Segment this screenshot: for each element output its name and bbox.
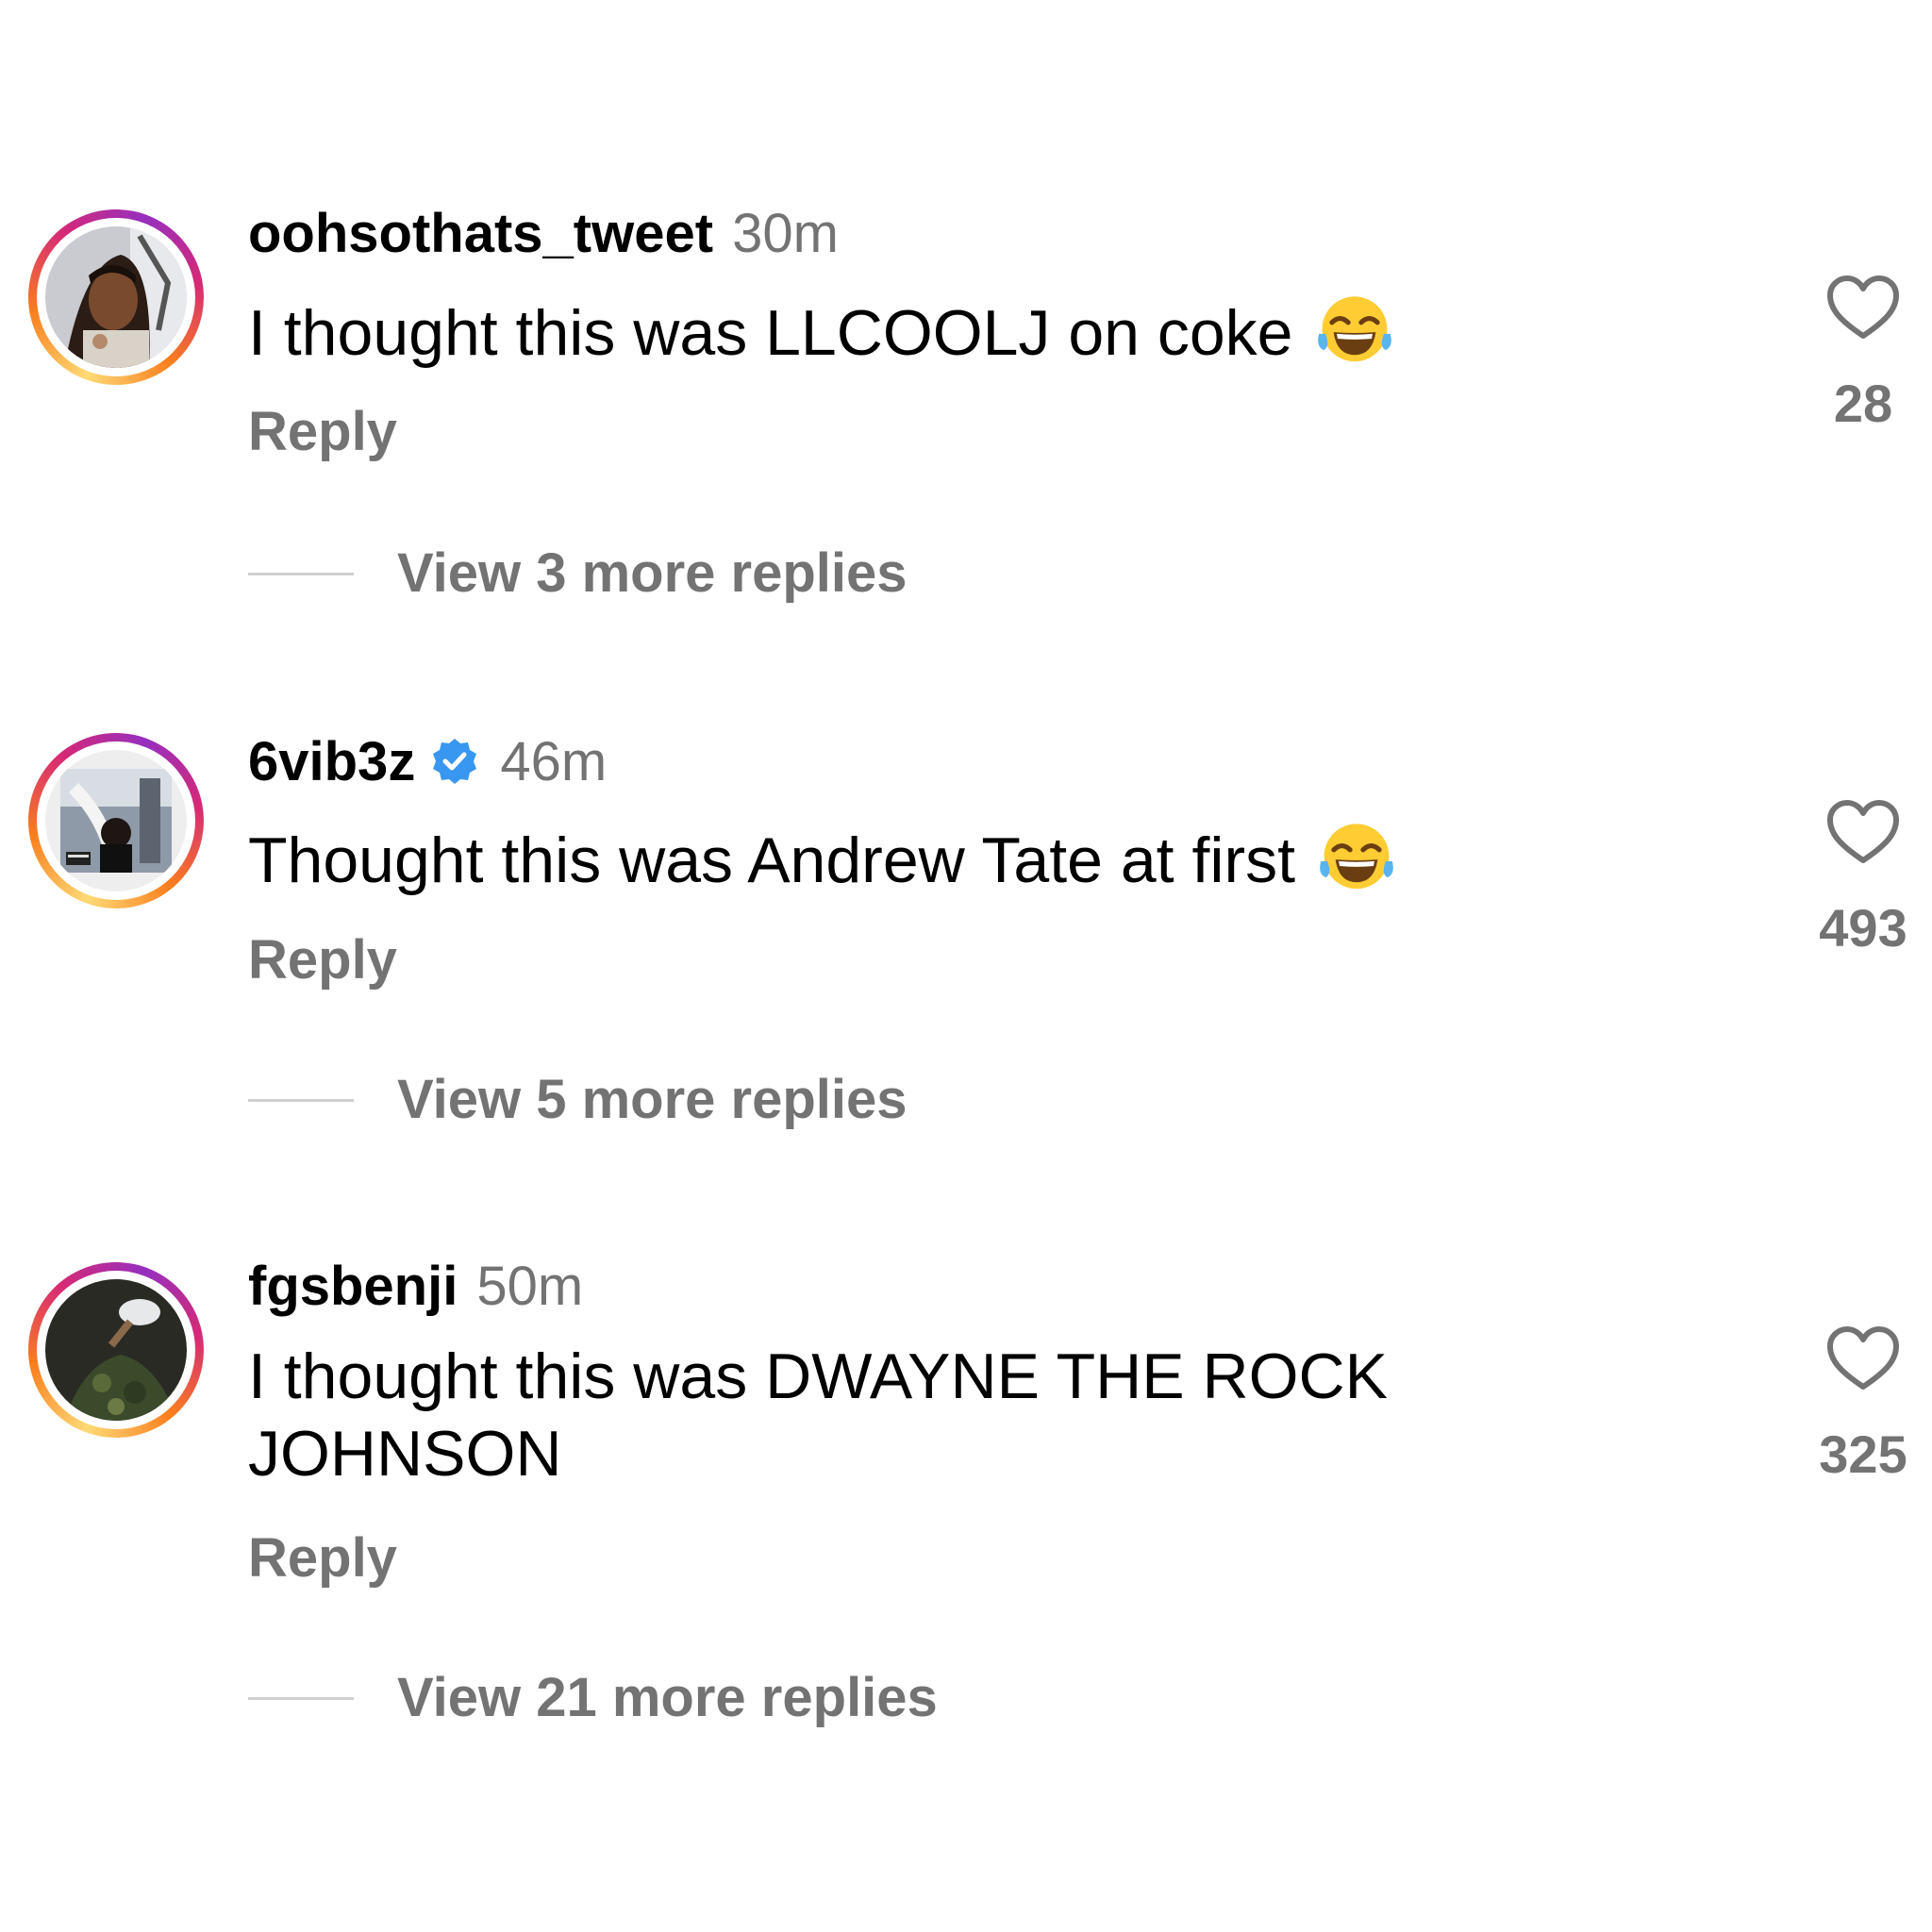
avatar-gap [37, 741, 195, 900]
heart-icon[interactable] [1825, 798, 1901, 866]
tears-of-joy-emoji-icon [1320, 824, 1393, 890]
avatar-story-ring[interactable] [28, 1262, 204, 1438]
reply-button[interactable]: Reply [248, 930, 397, 991]
username-link[interactable]: fgsbenji [248, 1257, 458, 1317]
like-column: 325 [1802, 1324, 1924, 1483]
username-link[interactable]: oohsothats_tweet [248, 204, 713, 264]
avatar-story-ring[interactable] [28, 209, 204, 385]
like-count: 28 [1833, 374, 1893, 433]
comment-text: I thought this was LLCOOLJ on coke [248, 287, 1493, 372]
comment-body: I thought this was DWAYNE THE ROCK JOHNS… [248, 1341, 1388, 1490]
comment-header: oohsothats_tweet 30m [248, 204, 839, 264]
like-column: 493 [1802, 798, 1924, 957]
avatar-story-ring[interactable] [28, 733, 204, 908]
divider-line [248, 1696, 354, 1700]
avatar-gap [37, 218, 195, 376]
view-replies-button[interactable]: View 21 more replies [248, 1668, 938, 1728]
like-column: 28 [1802, 274, 1924, 432]
heart-icon[interactable] [1825, 274, 1901, 341]
avatar [45, 750, 187, 891]
timestamp: 50m [476, 1256, 584, 1317]
avatar-gap [37, 1271, 195, 1429]
view-replies-button[interactable]: View 5 more replies [248, 1070, 908, 1130]
timestamp: 30m [732, 203, 839, 264]
username-link[interactable]: 6vib3z [248, 732, 415, 792]
view-replies-label: View 5 more replies [397, 1069, 908, 1130]
comment-body: I thought this was LLCOOLJ on coke [248, 297, 1293, 369]
comment-text: I thought this was DWAYNE THE ROCK JOHNS… [248, 1338, 1493, 1492]
tears-of-joy-emoji-icon [1317, 296, 1391, 362]
reply-button[interactable]: Reply [248, 402, 397, 462]
heart-icon[interactable] [1825, 1324, 1901, 1392]
divider-line [248, 1098, 354, 1102]
verified-badge-icon [433, 739, 477, 784]
view-replies-label: View 3 more replies [397, 542, 908, 604]
like-count: 325 [1819, 1424, 1907, 1484]
like-count: 493 [1819, 898, 1907, 958]
avatar [45, 1279, 187, 1421]
comment-text: Thought this was Andrew Tate at first [248, 814, 1493, 899]
timestamp: 46m [500, 731, 608, 792]
view-replies-label: View 21 more replies [397, 1667, 938, 1728]
avatar [45, 226, 187, 368]
comment-header: 6vib3z 46m [248, 732, 607, 792]
comment-header: fgsbenji 50m [248, 1257, 583, 1317]
view-replies-button[interactable]: View 3 more replies [248, 543, 908, 604]
comment-body: Thought this was Andrew Tate at first [248, 824, 1295, 896]
reply-button[interactable]: Reply [248, 1528, 397, 1589]
divider-line [248, 572, 354, 575]
